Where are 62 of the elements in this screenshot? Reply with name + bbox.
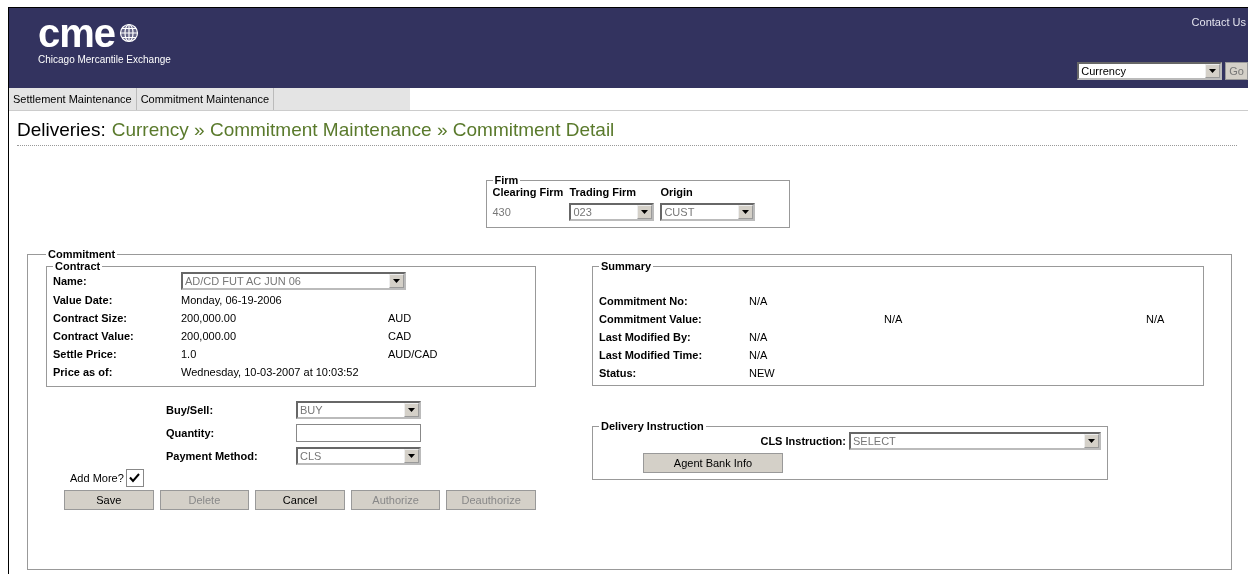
field-value: 1.0 bbox=[181, 347, 198, 362]
breadcrumb-path: Currency » Commitment Maintenance » Commitment Detail bbox=[111, 119, 615, 141]
field-label: Quantity: bbox=[166, 427, 216, 439]
check-icon bbox=[129, 473, 141, 483]
field-value: N/A bbox=[749, 348, 769, 363]
caret-icon bbox=[738, 205, 754, 219]
field-label: Price as of: bbox=[53, 365, 114, 380]
caret-icon bbox=[404, 449, 419, 463]
field-label: Last Modified By: bbox=[599, 330, 692, 345]
page-title: Deliveries: bbox=[17, 119, 106, 141]
globe-icon bbox=[119, 23, 140, 43]
logo-subtitle: Chicago Mercantile Exchange bbox=[38, 54, 171, 65]
market-dropdown[interactable]: Currency bbox=[1077, 62, 1223, 80]
quantity-field[interactable] bbox=[296, 424, 421, 442]
field-value: N/A bbox=[749, 330, 769, 345]
caret-icon bbox=[389, 274, 404, 288]
caret-icon bbox=[1205, 64, 1221, 78]
panel-legend: Contract bbox=[53, 260, 103, 272]
contact-link[interactable]: Contact Us bbox=[1191, 16, 1248, 28]
field-value: Monday, 06-19-2006 bbox=[181, 293, 283, 308]
field-label: Status: bbox=[599, 366, 638, 381]
caret-icon bbox=[404, 403, 419, 417]
action-button[interactable]: Save bbox=[64, 490, 154, 510]
checkbox[interactable] bbox=[125, 469, 144, 487]
field-label: Payment Method: bbox=[166, 450, 259, 462]
go-button[interactable]: Go bbox=[1225, 62, 1248, 80]
unit-text: AUD bbox=[388, 311, 413, 326]
field-label: Buy/Sell: bbox=[166, 404, 215, 416]
field-label: CLS Instruction: bbox=[760, 435, 846, 447]
unit-text: CAD bbox=[388, 329, 413, 344]
field-value: NEW bbox=[749, 366, 776, 381]
field-label: Commitment Value: bbox=[599, 312, 703, 327]
column-heading: Origin bbox=[660, 186, 694, 198]
nav-tab[interactable]: Settlement Maintenance bbox=[9, 88, 137, 110]
field-label: Settle Price: bbox=[53, 347, 118, 362]
column-heading: Trading Firm bbox=[569, 186, 638, 198]
clearing-firm-value: 430 bbox=[492, 206, 512, 218]
field-value: N/A bbox=[884, 312, 904, 327]
column-heading: Clearing Firm bbox=[492, 186, 564, 198]
panel-legend: Delivery Instruction bbox=[599, 420, 706, 432]
field-label: Value Date: bbox=[53, 293, 114, 308]
field-label: Commitment No: bbox=[599, 294, 689, 309]
agent-bank-info-button[interactable]: Agent Bank Info bbox=[643, 453, 783, 473]
field-label: Last Modified Time: bbox=[599, 348, 704, 363]
action-button[interactable]: Cancel bbox=[255, 490, 345, 510]
field-value: Wednesday, 10-03-2007 at 10:03:52 bbox=[181, 365, 360, 380]
panel-legend: Firm bbox=[492, 174, 521, 186]
panel-legend: Commitment bbox=[46, 248, 118, 260]
unit-text: AUD/CAD bbox=[388, 347, 439, 362]
field-value: N/A bbox=[749, 294, 769, 309]
caret-icon bbox=[1084, 434, 1099, 448]
panel-legend: Summary bbox=[599, 260, 654, 272]
field-value: N/A bbox=[1146, 312, 1166, 327]
field-value: 200,000.00 bbox=[181, 311, 238, 326]
field-label: Contract Size: bbox=[53, 311, 128, 326]
logo-text: cme bbox=[38, 16, 116, 50]
nav-tab[interactable]: Commitment Maintenance bbox=[136, 88, 275, 110]
caret-icon bbox=[637, 205, 653, 219]
field-label: Name: bbox=[53, 273, 88, 289]
field-value: 200,000.00 bbox=[181, 329, 238, 344]
field-label: Contract Value: bbox=[53, 329, 135, 344]
checkbox-label: Add More? bbox=[70, 472, 124, 484]
